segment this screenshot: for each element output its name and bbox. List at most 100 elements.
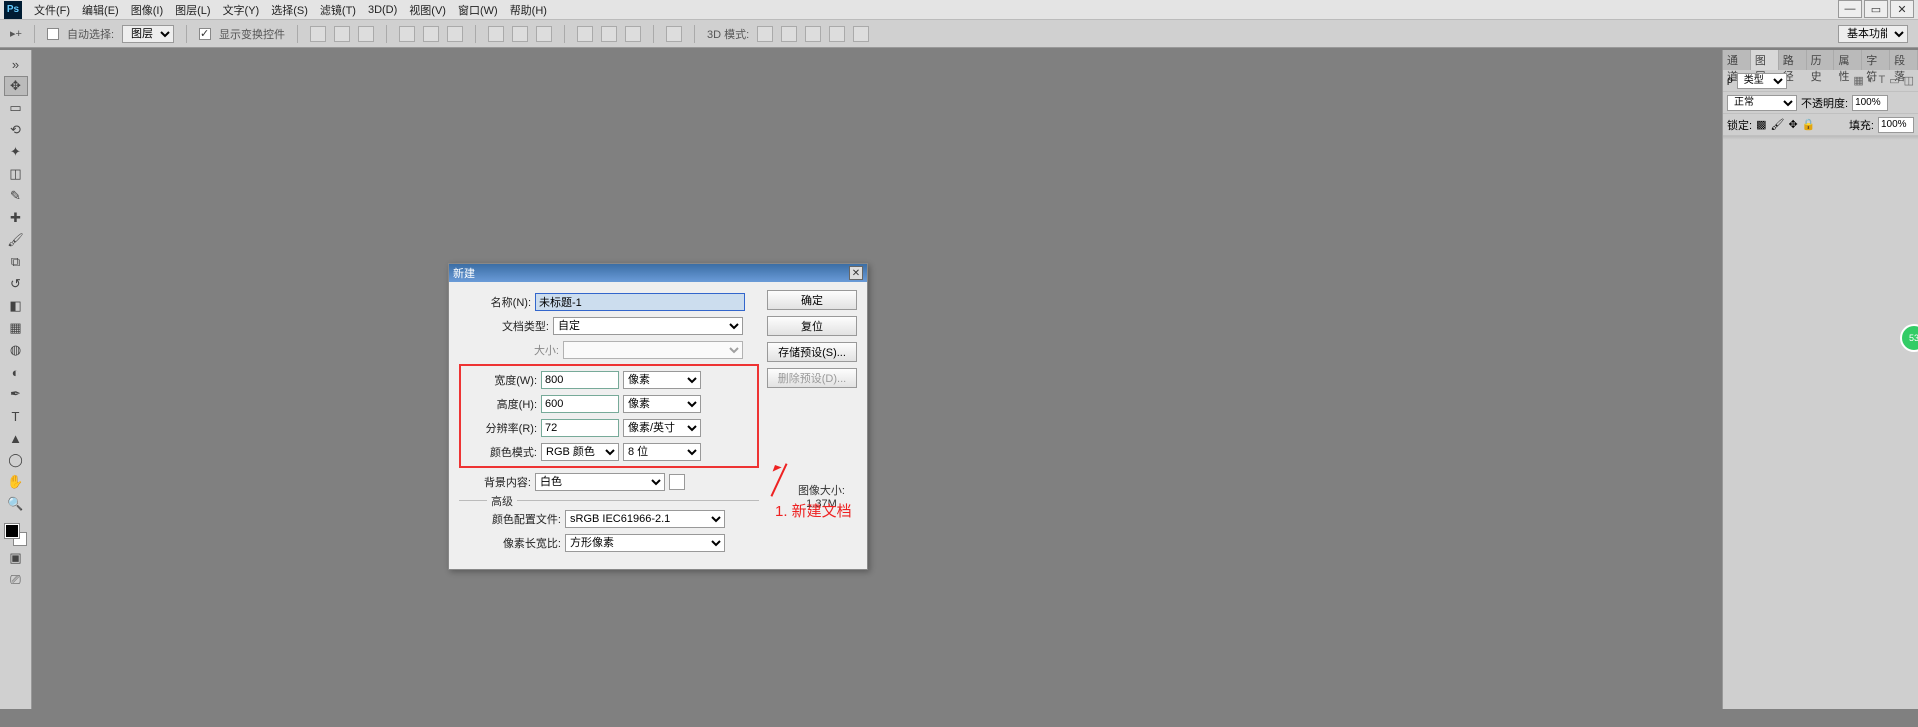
filter-smart-icon[interactable]: ◫ bbox=[1904, 74, 1914, 87]
auto-select-dropdown[interactable]: 图层 bbox=[122, 25, 174, 43]
menu-layer[interactable]: 图层(L) bbox=[169, 0, 216, 20]
show-transform-checkbox[interactable] bbox=[199, 28, 211, 40]
colormode-dropdown[interactable]: RGB 颜色 bbox=[541, 443, 619, 461]
heal-tool[interactable]: ✚ bbox=[4, 208, 28, 228]
menu-3d[interactable]: 3D(D) bbox=[362, 2, 403, 18]
lock-trans-icon[interactable]: ▩ bbox=[1756, 118, 1766, 131]
distribute-icon[interactable] bbox=[488, 26, 504, 42]
tab-history[interactable]: 历史 bbox=[1807, 50, 1835, 70]
menu-view[interactable]: 视图(V) bbox=[403, 0, 452, 20]
screenmode-tool[interactable]: ⎚ bbox=[4, 570, 28, 590]
tab-paragraph[interactable]: 段落 bbox=[1890, 50, 1918, 70]
blend-mode-dropdown[interactable]: 正常 bbox=[1727, 95, 1797, 111]
menu-window[interactable]: 窗口(W) bbox=[452, 0, 504, 20]
maximize-button[interactable]: ▭ bbox=[1864, 0, 1888, 18]
reset-button[interactable]: 复位 bbox=[767, 316, 857, 336]
aspect-dropdown[interactable]: 方形像素 bbox=[565, 534, 725, 552]
blur-tool[interactable]: ◍ bbox=[4, 340, 28, 360]
doctype-dropdown[interactable]: 自定 bbox=[553, 317, 743, 335]
distribute-icon[interactable] bbox=[512, 26, 528, 42]
height-input[interactable] bbox=[541, 395, 619, 413]
resolution-input[interactable] bbox=[541, 419, 619, 437]
history-brush-tool[interactable]: ↺ bbox=[4, 274, 28, 294]
align-icon[interactable] bbox=[334, 26, 350, 42]
dodge-tool[interactable]: ◐ bbox=[4, 362, 28, 382]
gradient-tool[interactable]: ▦ bbox=[4, 318, 28, 338]
panel-tabs: 通道 图层 路径 历史 属性 字符 段落 bbox=[1723, 50, 1918, 70]
marquee-tool[interactable]: ▭ bbox=[4, 98, 28, 118]
resolution-unit-dropdown[interactable]: 像素/英寸 bbox=[623, 419, 701, 437]
brush-tool[interactable]: 🖌 bbox=[4, 230, 28, 250]
color-swatch[interactable] bbox=[5, 524, 27, 546]
menu-edit[interactable]: 编辑(E) bbox=[76, 0, 125, 20]
align-icon[interactable] bbox=[310, 26, 326, 42]
dialog-titlebar[interactable]: 新建 ✕ bbox=[449, 264, 867, 282]
bg-color-swatch[interactable] bbox=[669, 474, 685, 490]
tab-character[interactable]: 字符 bbox=[1862, 50, 1890, 70]
pan-icon[interactable] bbox=[805, 26, 821, 42]
width-unit-dropdown[interactable]: 像素 bbox=[623, 371, 701, 389]
path-select-tool[interactable]: ▲ bbox=[4, 428, 28, 448]
eyedropper-tool[interactable]: ✎ bbox=[4, 186, 28, 206]
menu-select[interactable]: 选择(S) bbox=[265, 0, 314, 20]
expand-icon[interactable]: » bbox=[4, 54, 28, 74]
auto-select-checkbox[interactable] bbox=[47, 28, 59, 40]
tab-channels[interactable]: 通道 bbox=[1723, 50, 1751, 70]
width-input[interactable] bbox=[541, 371, 619, 389]
filter-pixel-icon[interactable]: ▦ bbox=[1853, 74, 1863, 87]
filter-adjust-icon[interactable]: ◐ bbox=[1868, 74, 1875, 87]
menu-type[interactable]: 文字(Y) bbox=[217, 0, 266, 20]
dialog-close-button[interactable]: ✕ bbox=[849, 266, 863, 280]
filter-shape-icon[interactable]: ▭ bbox=[1889, 74, 1899, 87]
menu-filter[interactable]: 滤镜(T) bbox=[314, 0, 362, 20]
lock-paint-icon[interactable]: 🖌 bbox=[1770, 118, 1784, 131]
stamp-tool[interactable]: ⧉ bbox=[4, 252, 28, 272]
save-preset-button[interactable]: 存储预设(S)... bbox=[767, 342, 857, 362]
close-button[interactable]: ✕ bbox=[1890, 0, 1914, 18]
auto-align-icon[interactable] bbox=[666, 26, 682, 42]
distribute-icon[interactable] bbox=[577, 26, 593, 42]
align-icon[interactable] bbox=[358, 26, 374, 42]
tab-paths[interactable]: 路径 bbox=[1779, 50, 1807, 70]
pen-tool[interactable]: ✒ bbox=[4, 384, 28, 404]
name-input[interactable] bbox=[535, 293, 745, 311]
quickmask-tool[interactable]: ▣ bbox=[4, 548, 28, 568]
align-icon[interactable] bbox=[399, 26, 415, 42]
shape-tool[interactable]: ◯ bbox=[4, 450, 28, 470]
distribute-icon[interactable] bbox=[625, 26, 641, 42]
slide-icon[interactable] bbox=[829, 26, 845, 42]
menu-image[interactable]: 图像(I) bbox=[125, 0, 169, 20]
menu-file[interactable]: 文件(F) bbox=[28, 0, 76, 20]
hand-tool[interactable]: ✋ bbox=[4, 472, 28, 492]
tab-layers[interactable]: 图层 bbox=[1751, 50, 1779, 70]
tab-properties[interactable]: 属性 bbox=[1834, 50, 1862, 70]
colordepth-dropdown[interactable]: 8 位 bbox=[623, 443, 701, 461]
type-tool[interactable]: T bbox=[4, 406, 28, 426]
eraser-tool[interactable]: ◧ bbox=[4, 296, 28, 316]
lock-pos-icon[interactable]: ✥ bbox=[1788, 118, 1797, 131]
zoom-icon[interactable] bbox=[853, 26, 869, 42]
wand-tool[interactable]: ✦ bbox=[4, 142, 28, 162]
zoom-tool[interactable]: 🔍 bbox=[4, 494, 28, 514]
background-dropdown[interactable]: 白色 bbox=[535, 473, 665, 491]
ok-button[interactable]: 确定 bbox=[767, 290, 857, 310]
opacity-input[interactable] bbox=[1852, 95, 1888, 111]
height-unit-dropdown[interactable]: 像素 bbox=[623, 395, 701, 413]
align-icon[interactable] bbox=[423, 26, 439, 42]
layer-kind-filter[interactable]: 类型 bbox=[1737, 73, 1787, 89]
filter-type-icon[interactable]: T bbox=[1878, 74, 1885, 87]
lock-all-icon[interactable]: 🔒 bbox=[1802, 118, 1816, 131]
fill-input[interactable] bbox=[1878, 117, 1914, 133]
distribute-icon[interactable] bbox=[601, 26, 617, 42]
roll-icon[interactable] bbox=[781, 26, 797, 42]
minimize-button[interactable]: — bbox=[1838, 0, 1862, 18]
move-tool[interactable]: ✥ bbox=[4, 76, 28, 96]
profile-dropdown[interactable]: sRGB IEC61966-2.1 bbox=[565, 510, 725, 528]
orbit-icon[interactable] bbox=[757, 26, 773, 42]
align-icon[interactable] bbox=[447, 26, 463, 42]
menu-help[interactable]: 帮助(H) bbox=[504, 0, 553, 20]
crop-tool[interactable]: ◫ bbox=[4, 164, 28, 184]
lasso-tool[interactable]: ⟲ bbox=[4, 120, 28, 140]
distribute-icon[interactable] bbox=[536, 26, 552, 42]
workspace-dropdown[interactable]: 基本功能 bbox=[1838, 25, 1908, 43]
